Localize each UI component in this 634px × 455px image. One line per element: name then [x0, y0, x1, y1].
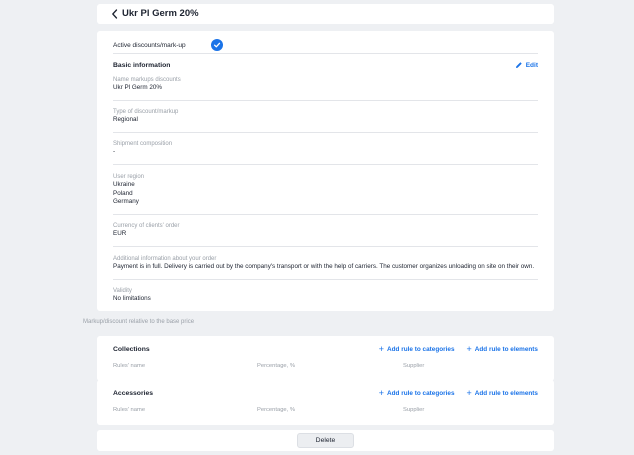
active-toggle-checkbox[interactable]	[211, 39, 223, 51]
field-value: Regional	[113, 116, 138, 123]
add-rule-categories-button[interactable]: + Add rule to categories	[378, 387, 455, 398]
back-button[interactable]: Ukr Pl Germ 20%	[111, 6, 199, 22]
field-value: Ukraine	[113, 181, 135, 188]
column-header-rules-name: Rules' name	[113, 407, 146, 413]
page-title: Ukr Pl Germ 20%	[122, 8, 199, 19]
chevron-left-icon	[112, 9, 118, 19]
rules-caption: Markup/discount relative to the base pri…	[83, 319, 195, 325]
pencil-icon	[515, 62, 522, 68]
field-label: Name markups discounts	[113, 77, 181, 83]
field-value: Payment is in full. Delivery is carried …	[113, 263, 535, 270]
field-value: Ukr Pl Germ 20%	[113, 84, 162, 91]
column-header-percentage: Percentage, %	[257, 407, 296, 413]
field-label: Currency of clients' order	[113, 223, 180, 229]
field-label: User region	[113, 174, 145, 180]
rule-title: Collections	[113, 345, 150, 353]
field-value: -	[113, 148, 116, 155]
column-header-supplier: Supplier	[403, 407, 425, 413]
field-currency: Currency of clients' order EUR	[113, 222, 538, 239]
rule-columns: Rules' name Percentage, % Supplier	[113, 363, 538, 371]
basic-info-card: Active discounts/mark-up Basic informati…	[97, 31, 554, 311]
rule-header: Collections + Add rule to categories + A…	[113, 342, 538, 356]
add-rule-elements-button[interactable]: + Add rule to elements	[466, 343, 538, 354]
add-rule-elements-button[interactable]: + Add rule to elements	[466, 387, 538, 398]
field-value: No limitations	[113, 295, 151, 302]
edit-label: Edit	[525, 61, 538, 69]
field-value: Poland	[113, 189, 133, 197]
field-type: Type of discount/markup Regional	[113, 108, 538, 125]
divider	[113, 279, 538, 280]
divider	[113, 214, 538, 215]
plus-icon: +	[378, 387, 385, 398]
add-rule-categories-button[interactable]: + Add rule to categories	[378, 343, 455, 354]
active-toggle-label: Active discounts/mark-up	[113, 41, 186, 49]
field-label: Type of discount/markup	[113, 109, 179, 115]
divider	[113, 100, 538, 101]
field-additional-info: Additional information about your order …	[113, 255, 538, 272]
add-rule-elements-label: Add rule to elements	[474, 389, 538, 397]
add-rule-elements-label: Add rule to elements	[474, 345, 538, 353]
field-shipment: Shipment composition -	[113, 140, 538, 157]
basic-info-title: Basic information	[113, 61, 171, 69]
divider	[113, 132, 538, 133]
divider	[113, 164, 538, 165]
edit-button[interactable]: Edit	[515, 61, 538, 69]
field-label: Validity	[113, 288, 132, 294]
column-header-supplier: Supplier	[403, 363, 425, 369]
rule-title: Accessories	[113, 389, 154, 397]
rule-actions: + Add rule to categories + Add rule to e…	[378, 343, 538, 354]
field-value: EUR	[113, 230, 127, 237]
field-value: Germany	[113, 198, 139, 206]
field-label: Additional information about your order	[113, 256, 217, 262]
add-rule-categories-label: Add rule to categories	[387, 345, 455, 353]
header-card: Ukr Pl Germ 20%	[97, 4, 554, 24]
divider	[113, 246, 538, 247]
active-toggle-row: Active discounts/mark-up	[113, 37, 538, 53]
rule-columns: Rules' name Percentage, % Supplier	[113, 407, 538, 415]
rule-actions: + Add rule to categories + Add rule to e…	[378, 387, 538, 398]
field-region: User region Ukraine Poland Germany	[113, 173, 538, 207]
rule-card-collections: Collections + Add rule to categories + A…	[97, 336, 554, 381]
plus-icon: +	[466, 387, 472, 398]
plus-icon: +	[466, 343, 472, 354]
rule-header: Accessories + Add rule to categories + A…	[113, 386, 538, 400]
add-rule-categories-label: Add rule to categories	[387, 389, 455, 397]
delete-card: Delete	[97, 430, 554, 451]
checkmark-icon	[213, 42, 221, 48]
column-header-rules-name: Rules' name	[113, 363, 146, 369]
rule-card-accessories: Accessories + Add rule to categories + A…	[97, 380, 554, 425]
field-name: Name markups discounts Ukr Pl Germ 20%	[113, 76, 538, 93]
divider	[113, 53, 538, 54]
delete-button[interactable]: Delete	[297, 433, 354, 448]
column-header-percentage: Percentage, %	[257, 363, 296, 369]
basic-info-header: Basic information Edit	[113, 60, 538, 70]
field-label: Shipment composition	[113, 141, 173, 147]
plus-icon: +	[378, 343, 385, 354]
field-validity: Validity No limitations	[113, 287, 538, 304]
